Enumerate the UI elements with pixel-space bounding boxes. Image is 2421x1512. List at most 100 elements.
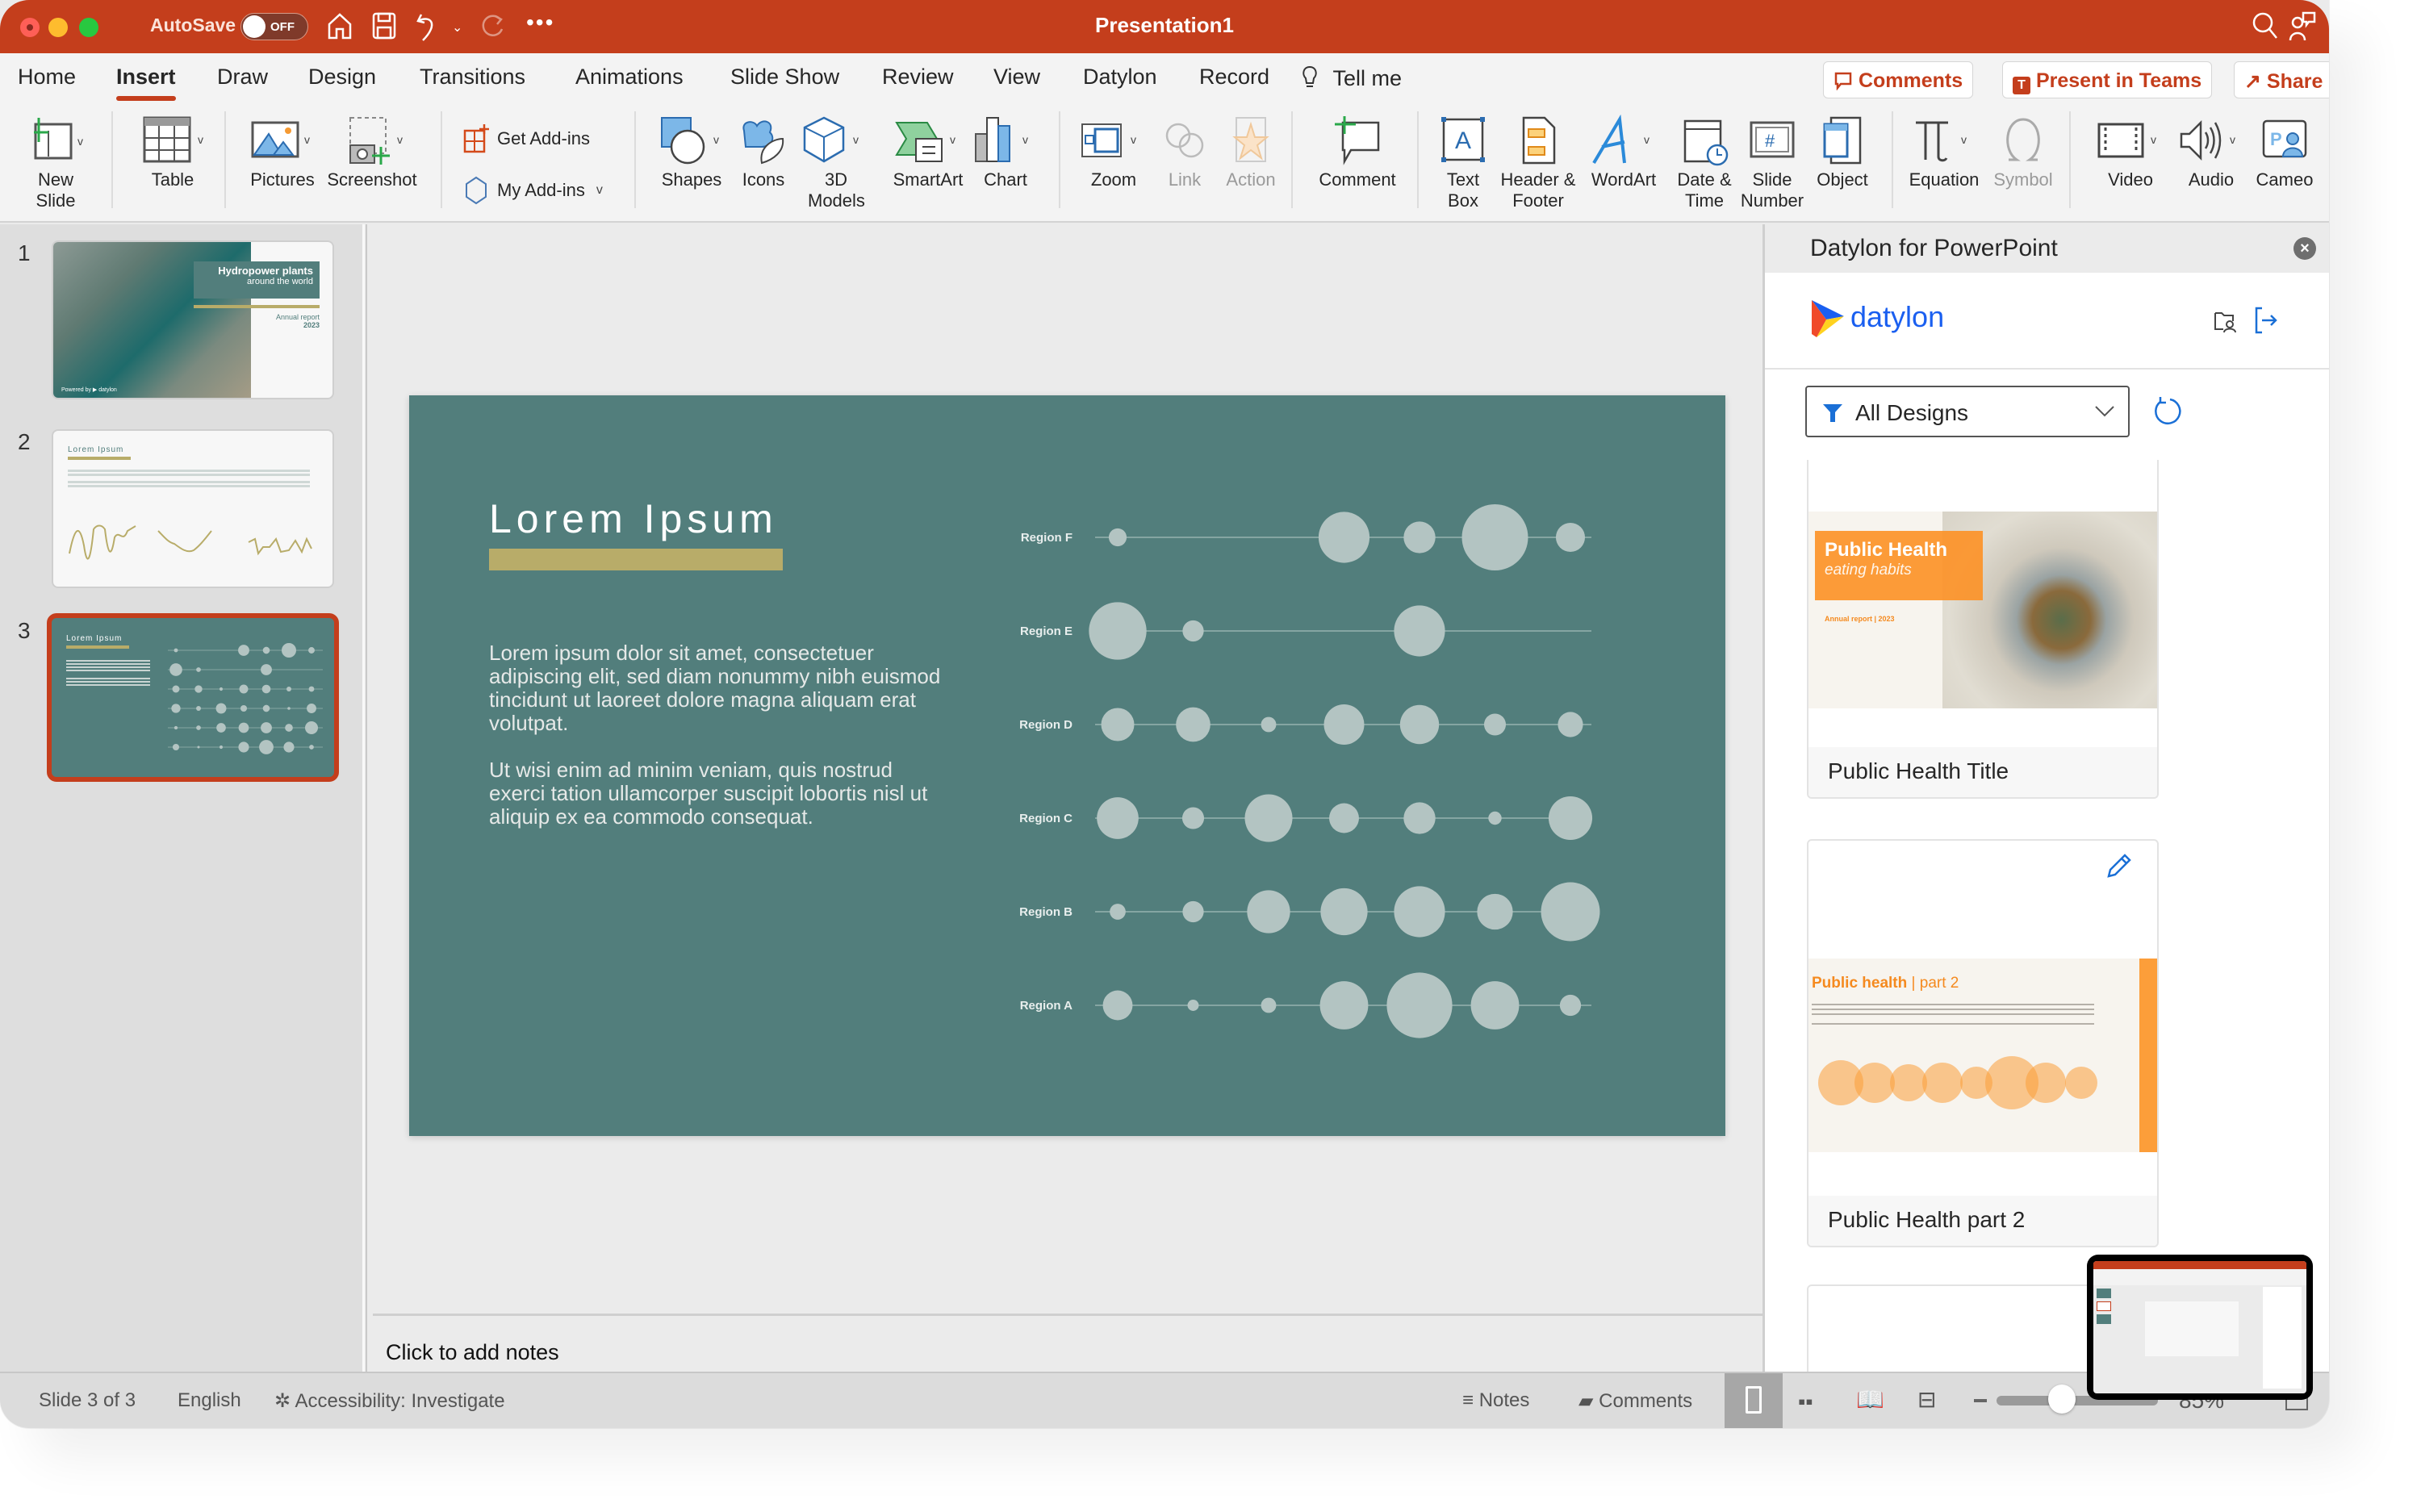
bubble [238, 645, 249, 656]
slide-sorter-icon[interactable]: ▪▪ [1798, 1389, 1813, 1414]
design-filter-dropdown[interactable]: All Designs [1805, 386, 2130, 437]
shapes-button[interactable]: v Shapes [652, 111, 731, 190]
normal-view-button[interactable] [1725, 1373, 1783, 1428]
3d-models-button[interactable]: v 3D Models [796, 111, 876, 211]
table-button[interactable]: v Table [129, 111, 216, 190]
bubble-chart[interactable]: Region F Region E Region D Region C Region B… [974, 476, 1668, 1073]
tab-view[interactable]: View [993, 65, 1040, 90]
thumb-accent-bar [68, 457, 131, 460]
present-in-teams-button[interactable]: T Present in Teams [2002, 61, 2213, 98]
sign-out-icon[interactable] [2254, 307, 2278, 334]
tab-record[interactable]: Record [1199, 65, 1269, 90]
bubble [240, 704, 248, 712]
design-card[interactable]: Public Health eating habits Annual repor… [1807, 460, 2159, 799]
smartart-button[interactable]: v SmartArt [880, 111, 976, 190]
icons-button[interactable]: Icons [731, 111, 796, 190]
card-thumb-title: Public Health [1825, 539, 1948, 561]
notes-area[interactable]: Click to add notes [373, 1314, 1762, 1372]
slide-thumbnail-3[interactable]: Lorem Ipsum [47, 613, 339, 782]
current-slide[interactable]: Lorem Ipsum Lorem ipsum dolor sit amet, … [409, 395, 1725, 1136]
bubble [1394, 605, 1445, 657]
comments-status-button[interactable]: ▰ Comments [1578, 1389, 1692, 1413]
wordart-button[interactable]: v WordArt [1582, 111, 1666, 190]
paragraph: Lorem ipsum dolor sit amet, consectetuer… [489, 641, 941, 735]
thumb-line-charts [69, 524, 312, 560]
table-icon: v [143, 116, 203, 163]
header-footer-button[interactable]: Header & Footer [1496, 111, 1580, 211]
text-box-button[interactable]: A Text Box [1428, 111, 1498, 211]
chevron-down-icon [2095, 406, 2114, 417]
new-slide-button[interactable]: v New Slide [11, 111, 100, 211]
slideshow-icon[interactable]: ⊟ [1917, 1386, 1936, 1413]
cameo-button[interactable]: P Cameo [2248, 111, 2321, 190]
bubble [1488, 811, 1502, 825]
zoom-out-icon[interactable] [1974, 1399, 1987, 1402]
my-add-ins-button[interactable]: My Add-ins v [463, 176, 603, 205]
tab-home[interactable]: Home [18, 65, 76, 90]
tab-transitions[interactable]: Transitions [420, 65, 525, 90]
refresh-icon[interactable] [2152, 395, 2185, 428]
tab-slide-show[interactable]: Slide Show [730, 65, 839, 90]
edit-pencil-icon[interactable] [2105, 852, 2133, 879]
wordart-icon: v [1592, 115, 1650, 165]
present-in-teams-label: Present in Teams [2035, 69, 2202, 92]
design-card[interactable]: Public health | part 2 Public Health par… [1807, 839, 2159, 1247]
reading-view-icon[interactable]: 📖 [1856, 1386, 1884, 1413]
bubble [1261, 997, 1277, 1013]
audio-button[interactable]: v Audio [2171, 111, 2252, 190]
tell-me-label: Tell me [1332, 66, 1403, 90]
icons-label: Icons [742, 169, 785, 190]
tab-review[interactable]: Review [882, 65, 954, 90]
link-button[interactable]: Link [1151, 111, 1219, 190]
tab-animations[interactable]: Animations [575, 65, 684, 90]
screenshot-preview-thumbnail[interactable] [2087, 1255, 2313, 1400]
action-button[interactable]: Action [1217, 111, 1285, 190]
tab-design[interactable]: Design [308, 65, 376, 90]
tab-datylon[interactable]: Datylon [1083, 65, 1157, 90]
accessibility-status[interactable]: ✲ Accessibility: Investigate [274, 1389, 505, 1413]
bubble [1403, 802, 1436, 834]
bubble [309, 745, 314, 750]
slide-thumbnail-2[interactable]: Lorem Ipsum [52, 429, 334, 588]
comments-button[interactable]: Comments [1823, 61, 1974, 98]
tab-insert[interactable]: Insert [116, 65, 176, 101]
accessibility-label: Accessibility: Investigate [295, 1390, 505, 1412]
chart-button[interactable]: v Chart [965, 111, 1046, 190]
slide-body-text[interactable]: Lorem ipsum dolor sit amet, consectetuer… [489, 641, 941, 852]
tell-me-search[interactable]: Tell me [1299, 65, 1402, 91]
zoom-slider-handle[interactable] [2048, 1385, 2076, 1414]
bubble [1318, 512, 1370, 563]
screenshot-button[interactable]: v Screenshot [324, 111, 420, 190]
tab-draw[interactable]: Draw [217, 65, 268, 90]
symbol-button[interactable]: Symbol [1987, 111, 2059, 190]
zoom-icon: v [1081, 123, 1136, 157]
svg-text:v: v [2230, 133, 2235, 146]
header-footer-label: Header & Footer [1500, 169, 1576, 211]
date-time-button[interactable]: Date & Time [1666, 111, 1743, 211]
card-accent-strip [2139, 959, 2157, 1152]
speaker-icon: v [2180, 119, 2235, 161]
shared-folder-icon[interactable] [2214, 308, 2238, 334]
slide-number-button[interactable]: # Slide Number [1733, 111, 1811, 211]
feedback-icon[interactable] [2289, 11, 2316, 48]
comment-button[interactable]: Comment [1309, 111, 1406, 190]
card-thumbnail: Public health | part 2 [1808, 959, 2157, 1152]
close-pane-button[interactable]: × [2293, 237, 2316, 260]
object-button[interactable]: Object [1806, 111, 1879, 190]
zoom-button[interactable]: v Zoom [1073, 111, 1154, 190]
language[interactable]: English [178, 1389, 241, 1412]
slide-thumbnail-1[interactable]: Hydropower plants around the world Annua… [52, 240, 334, 399]
pictures-icon: v [251, 121, 310, 158]
notes-button[interactable]: ≡ Notes [1462, 1389, 1529, 1412]
video-button[interactable]: v Video [2090, 111, 2171, 190]
icons-icon [742, 120, 784, 165]
equation-button[interactable]: v Equation [1901, 111, 1987, 190]
slide-title[interactable]: Lorem Ipsum [489, 495, 778, 542]
get-add-ins-button[interactable]: Get Add-ins [463, 124, 590, 153]
bubble [1176, 707, 1210, 742]
pictures-button[interactable]: v Pictures [242, 111, 323, 190]
bubble [196, 725, 201, 730]
bubble [239, 684, 249, 694]
share-button[interactable]: ↗ Share [2234, 61, 2329, 98]
search-icon[interactable] [2252, 11, 2279, 47]
